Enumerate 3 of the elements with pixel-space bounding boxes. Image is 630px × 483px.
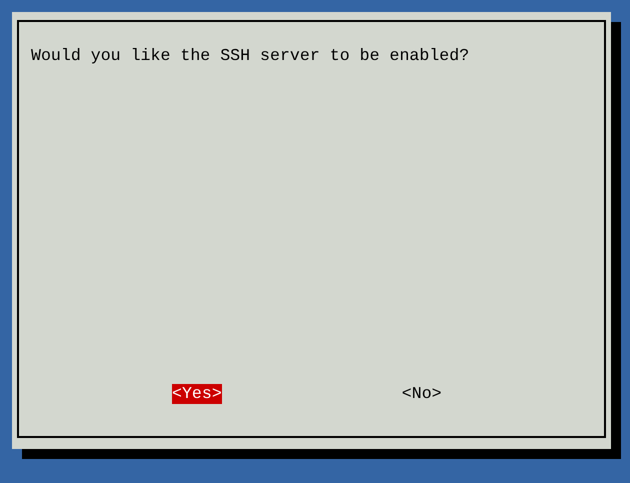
dialog-button[interactable]: <No> (402, 384, 442, 404)
dialog-message: Would you like the SSH server to be enabled? (31, 46, 470, 66)
dialog-button[interactable]: <Yes> (172, 384, 222, 404)
